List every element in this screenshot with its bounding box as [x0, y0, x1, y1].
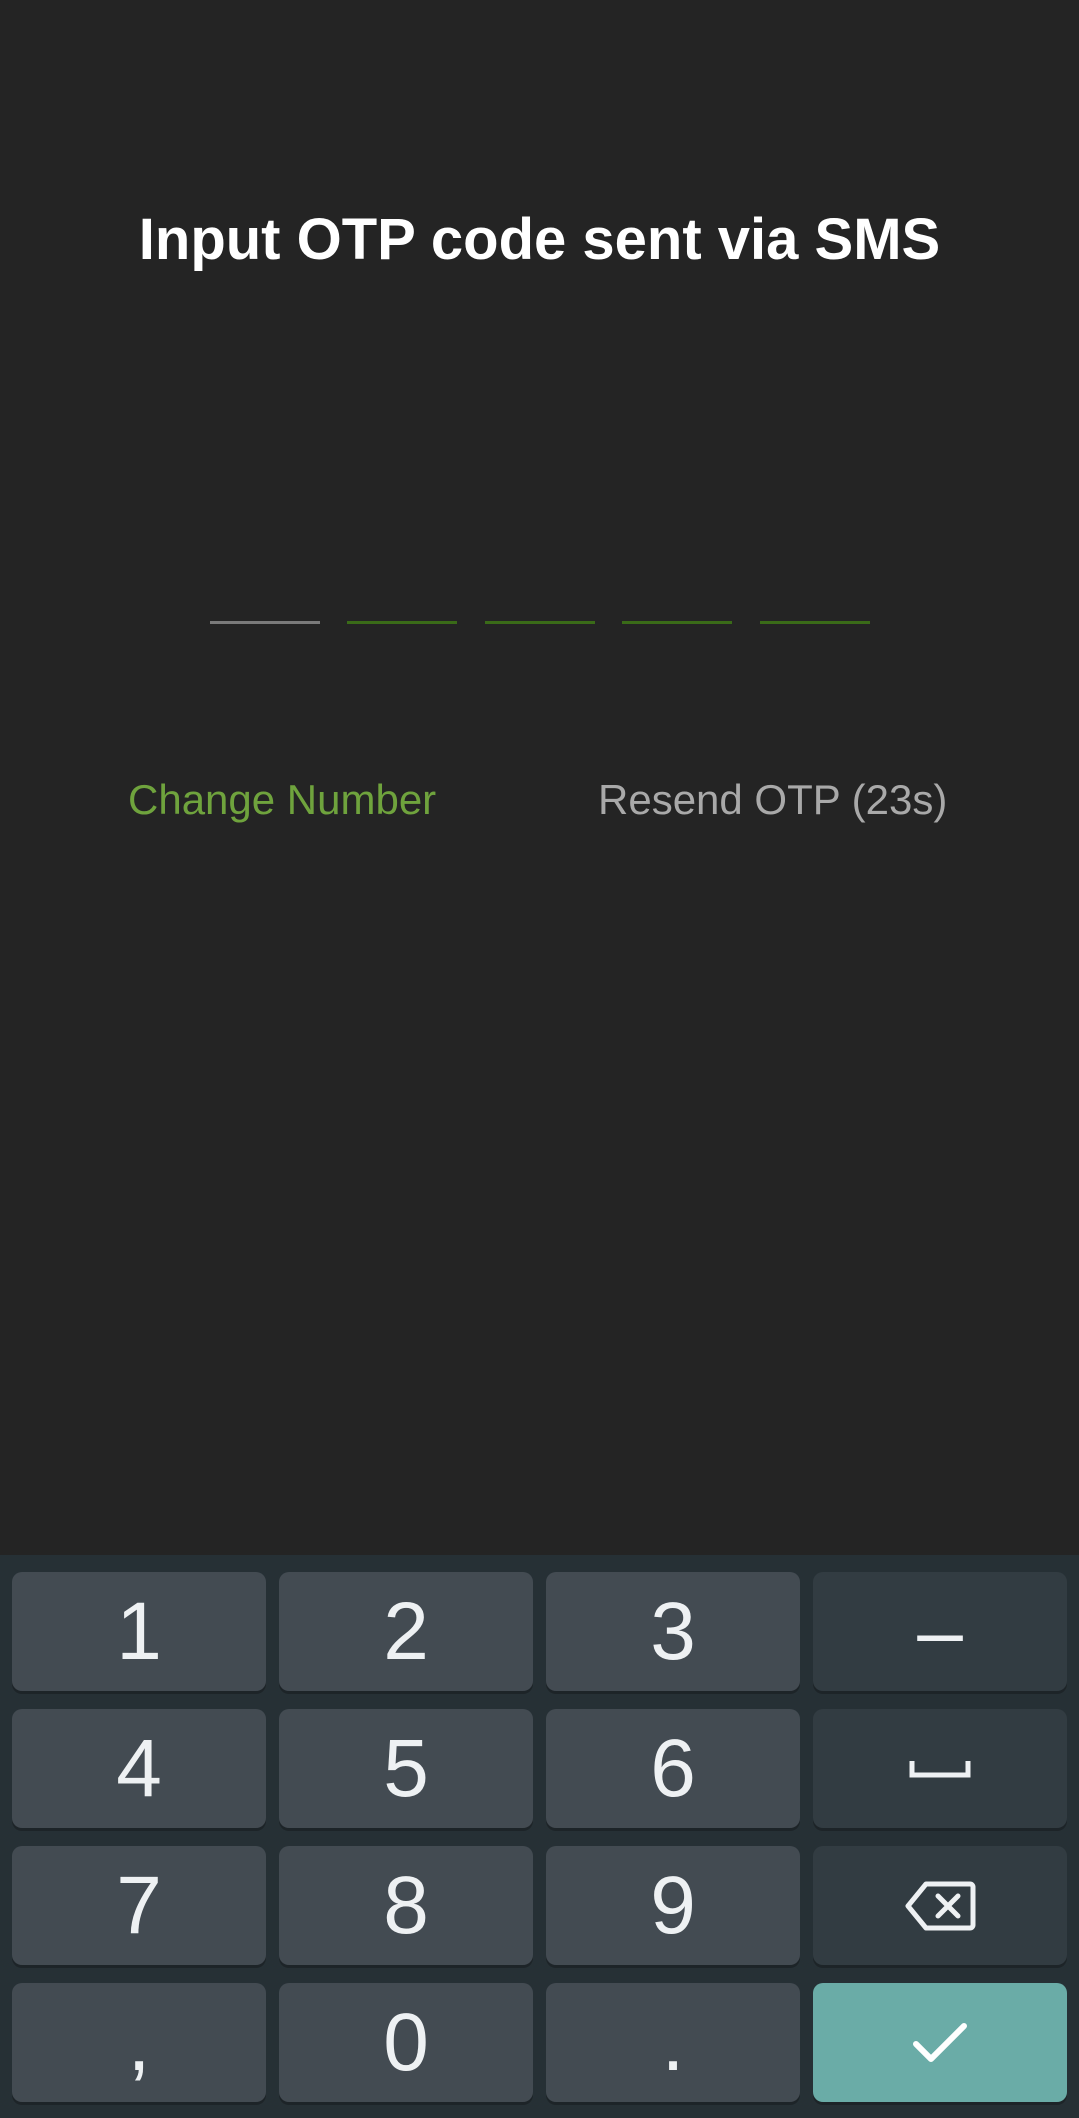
change-number-link[interactable]: Change Number — [128, 770, 436, 830]
page-title: Input OTP code sent via SMS — [138, 207, 941, 272]
otp-digit-4[interactable] — [622, 560, 732, 624]
key-enter[interactable] — [813, 1983, 1067, 2102]
otp-digit-5[interactable] — [760, 560, 870, 624]
key-5[interactable]: 5 — [279, 1709, 533, 1828]
numeric-keyboard: 1 2 3 – 4 5 6 7 8 9 , 0 . — [0, 1555, 1079, 2118]
key-4[interactable]: 4 — [12, 1709, 266, 1828]
key-0[interactable]: 0 — [279, 1983, 533, 2102]
key-6[interactable]: 6 — [546, 1709, 800, 1828]
otp-digit-2[interactable] — [347, 560, 457, 624]
key-3[interactable]: 3 — [546, 1572, 800, 1691]
key-period[interactable]: . — [546, 1983, 800, 2102]
resend-otp-link[interactable]: Resend OTP (23s) — [598, 770, 947, 830]
otp-input-row[interactable] — [0, 560, 1079, 630]
key-comma[interactable]: , — [12, 1983, 266, 2102]
otp-digit-1[interactable] — [210, 560, 320, 624]
backspace-icon — [905, 1881, 976, 1930]
space-icon — [909, 1760, 971, 1777]
otp-actions: Change Number Resend OTP (23s) — [0, 770, 1079, 830]
key-backspace[interactable] — [813, 1846, 1067, 1965]
key-9[interactable]: 9 — [546, 1846, 800, 1965]
otp-digit-3[interactable] — [485, 560, 595, 624]
key-2[interactable]: 2 — [279, 1572, 533, 1691]
key-7[interactable]: 7 — [12, 1846, 266, 1965]
key-dash[interactable]: – — [813, 1572, 1067, 1691]
otp-screen: Input OTP code sent via SMS Change Numbe… — [0, 0, 1079, 2118]
key-space[interactable] — [813, 1709, 1067, 1828]
key-8[interactable]: 8 — [279, 1846, 533, 1965]
check-icon — [913, 2022, 967, 2062]
key-1[interactable]: 1 — [12, 1572, 266, 1691]
